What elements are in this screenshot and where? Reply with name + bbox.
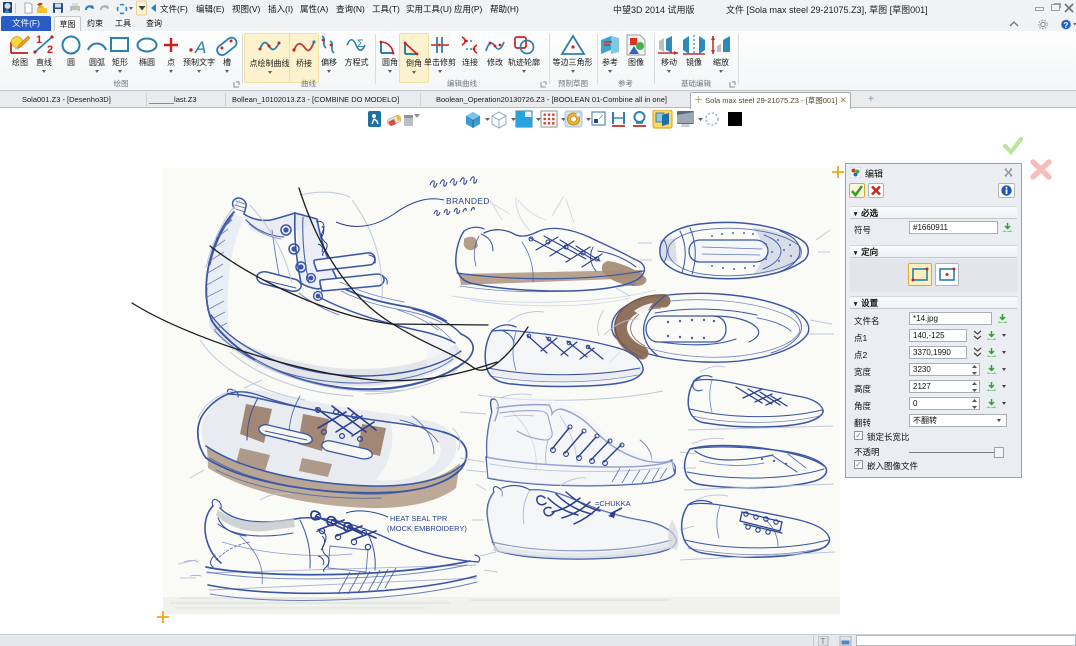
svg-text:T: T xyxy=(821,637,826,646)
svg-text:(MOCK EMBROIDERY): (MOCK EMBROIDERY) xyxy=(387,524,467,533)
svg-text:HEAT SEAL TPR: HEAT SEAL TPR xyxy=(390,514,448,523)
svg-text:BRANDED: BRANDED xyxy=(446,196,490,206)
svg-text:=CHUKKA: =CHUKKA xyxy=(595,499,631,508)
